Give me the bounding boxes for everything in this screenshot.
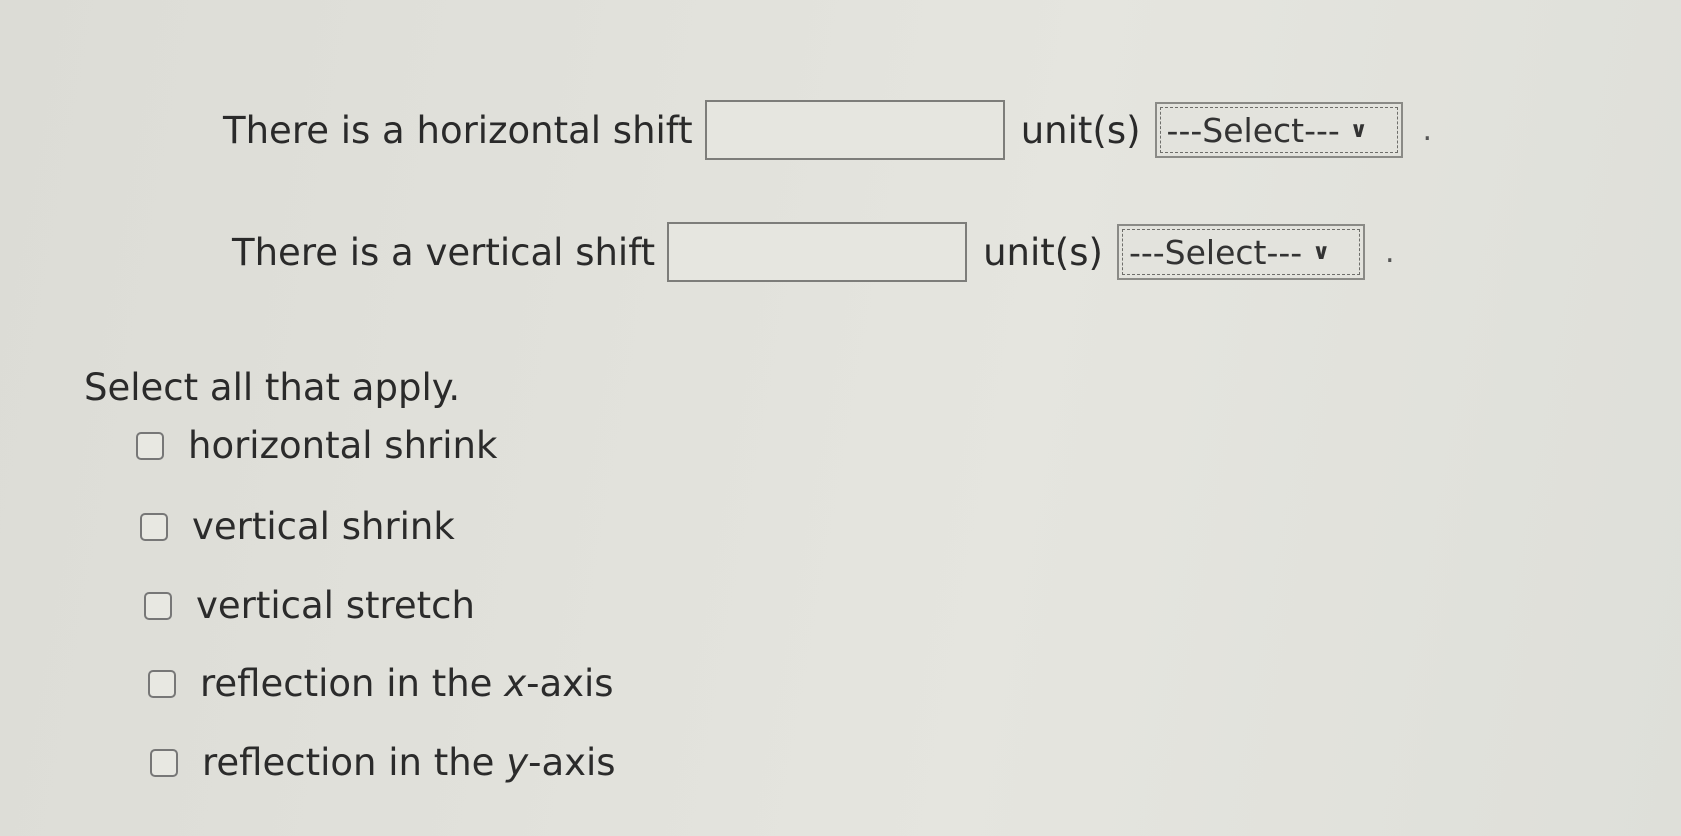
horizontal-direction-select-inner[interactable]: ---Select--- ∨ — [1159, 107, 1398, 153]
option-label-before: reflection in the — [200, 662, 505, 705]
option-vertical-shrink[interactable]: vertical shrink — [140, 505, 455, 548]
option-label: horizontal shrink — [188, 424, 498, 467]
option-label-after: -axis — [526, 662, 614, 705]
option-horizontal-shrink[interactable]: horizontal shrink — [136, 424, 497, 467]
checkbox[interactable] — [136, 431, 164, 460]
horizontal-direction-select[interactable]: ---Select--- ∨ — [1154, 102, 1403, 158]
horizontal-row-period: . — [1422, 112, 1433, 148]
vertical-row-period: . — [1384, 234, 1395, 270]
horizontal-shift-row: There is a horizontal shift unit(s) ---S… — [223, 94, 1432, 166]
chevron-down-icon: ∨ — [1312, 239, 1331, 265]
vertical-shift-label: There is a vertical shift — [232, 230, 656, 274]
option-label: vertical shrink — [192, 505, 455, 548]
vertical-shift-input[interactable] — [667, 222, 968, 282]
option-label: reflection in the y-axis — [202, 741, 616, 784]
option-label: reflection in the x-axis — [200, 662, 614, 705]
option-label-variable: x — [504, 662, 527, 705]
horizontal-unit-label: unit(s) — [1020, 108, 1141, 152]
option-label-variable: y — [506, 741, 529, 784]
chevron-down-icon: ∨ — [1349, 117, 1368, 143]
checkbox[interactable] — [140, 512, 168, 541]
vertical-shift-row: There is a vertical shift unit(s) ---Sel… — [232, 216, 1395, 288]
checkbox[interactable] — [148, 669, 176, 698]
vertical-direction-select-value: ---Select--- — [1128, 232, 1303, 272]
option-label-before: reflection in the — [202, 741, 507, 784]
vertical-direction-select-inner[interactable]: ---Select--- ∨ — [1121, 229, 1360, 275]
horizontal-shift-label: There is a horizontal shift — [223, 108, 693, 152]
option-reflection-y-axis[interactable]: reflection in the y-axis — [150, 741, 616, 784]
horizontal-shift-input[interactable] — [704, 100, 1005, 160]
checkbox[interactable] — [150, 748, 178, 777]
horizontal-direction-select-value: ---Select--- — [1166, 110, 1340, 150]
option-reflection-x-axis[interactable]: reflection in the x-axis — [148, 662, 614, 705]
vertical-direction-select[interactable]: ---Select--- ∨ — [1116, 224, 1365, 280]
option-vertical-stretch[interactable]: vertical stretch — [144, 584, 475, 627]
option-label-after: -axis — [528, 741, 616, 784]
select-all-prompt: Select all that apply. — [84, 366, 461, 409]
vertical-unit-label: unit(s) — [983, 230, 1103, 274]
checkbox[interactable] — [144, 591, 172, 620]
option-label: vertical stretch — [196, 584, 475, 627]
